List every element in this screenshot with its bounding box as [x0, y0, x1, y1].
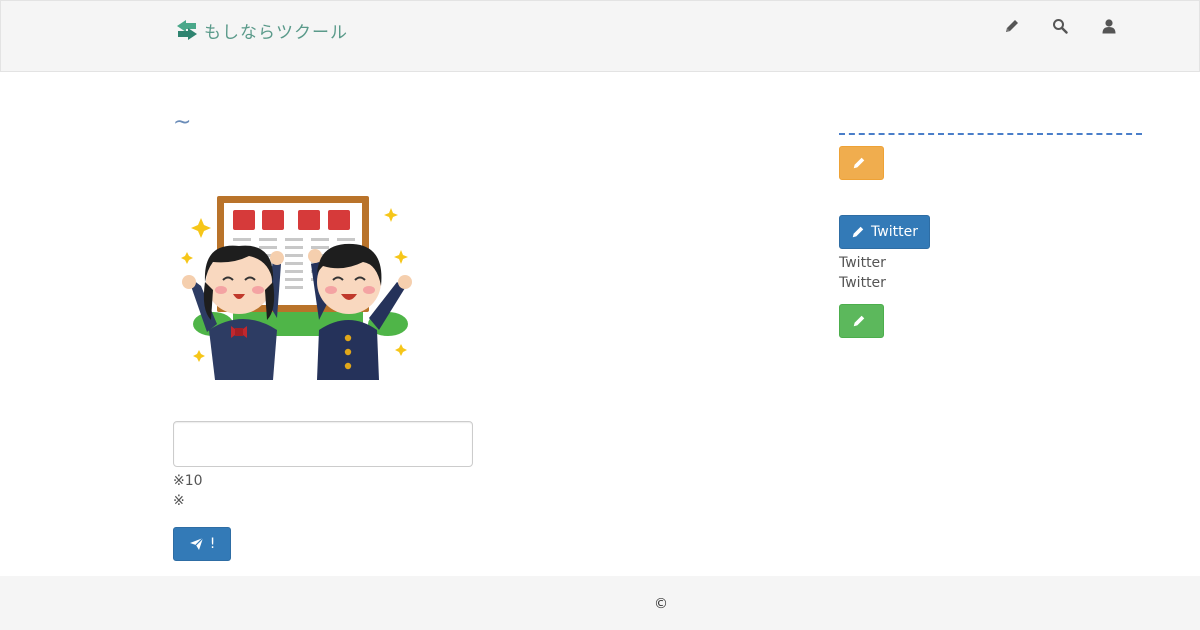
- answer-input[interactable]: [173, 421, 473, 467]
- twitter-button[interactable]: Twitter: [839, 215, 930, 249]
- pencil-icon: [852, 314, 866, 328]
- pencil-icon: [852, 156, 866, 170]
- search-icon[interactable]: [1048, 14, 1072, 38]
- submit-label: !: [209, 536, 216, 552]
- twitter-text: Twitter: [839, 255, 886, 271]
- note-text: ※10: [173, 473, 203, 489]
- footer: ©: [0, 576, 1200, 630]
- twitter-text: Twitter: [839, 275, 886, 291]
- page-title: ~: [173, 110, 192, 135]
- pencil-icon[interactable]: [1000, 14, 1024, 38]
- twitter-button-label: Twitter: [871, 224, 918, 240]
- navbar: もしならツクール: [0, 0, 1200, 72]
- note-text: ※: [173, 493, 185, 509]
- pencil-icon: [851, 225, 865, 239]
- edit-button[interactable]: [839, 146, 884, 180]
- green-edit-button[interactable]: [839, 304, 884, 338]
- celebration-illustration: [173, 190, 425, 382]
- brand-label: もしならツクール: [204, 22, 348, 43]
- divider: [839, 133, 1142, 135]
- brand-link[interactable]: もしならツクール: [174, 17, 348, 43]
- send-icon: [189, 537, 204, 551]
- logo-icon: [174, 18, 200, 42]
- user-icon[interactable]: [1097, 14, 1121, 38]
- copyright-text: ©: [654, 596, 668, 612]
- submit-button[interactable]: !: [173, 527, 231, 561]
